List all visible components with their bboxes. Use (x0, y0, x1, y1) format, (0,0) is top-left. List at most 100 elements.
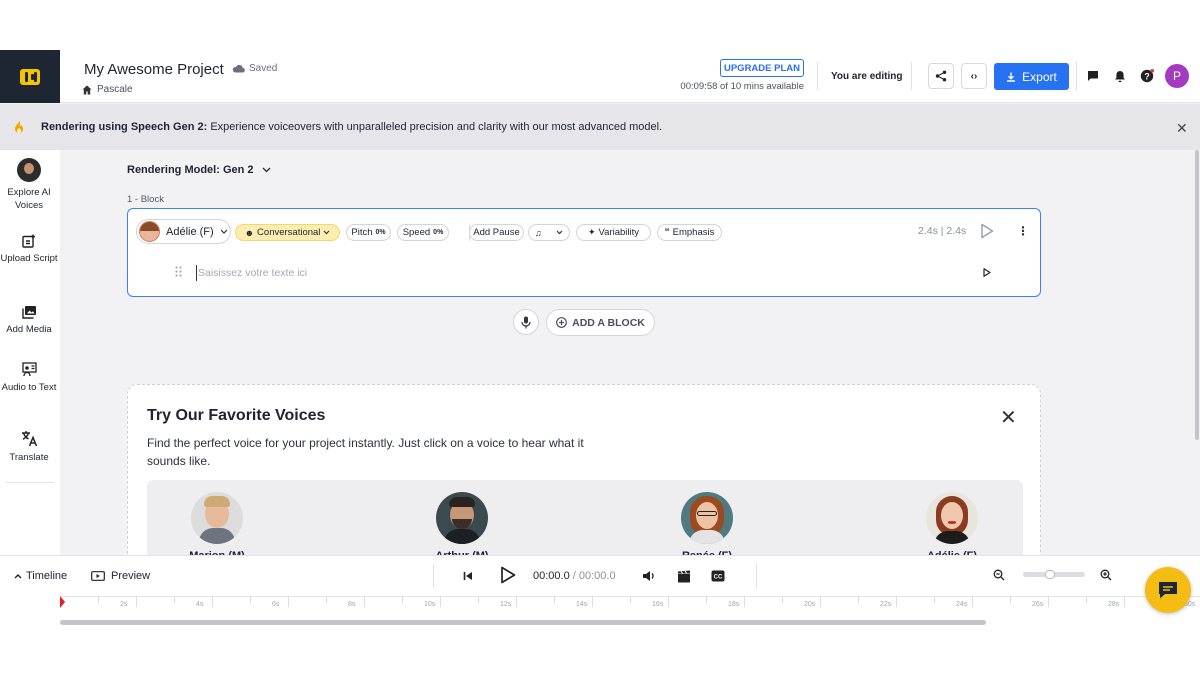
variability-button[interactable]: ✦ Variability (576, 224, 651, 241)
voice-style-selector[interactable]: ☻ Conversational (235, 224, 340, 241)
sidebar-item-audio-to-text[interactable]: Audio to Text (0, 362, 58, 394)
ruler-tick (820, 597, 821, 607)
play-sentence-icon[interactable] (983, 268, 991, 277)
header-divider (817, 62, 818, 90)
close-icon[interactable]: ✕ (1000, 405, 1017, 430)
banner-body: Experience voiceovers with unparalleled … (207, 121, 663, 133)
sidebar-item-upload-script[interactable]: Upload Script (0, 234, 58, 265)
pronunciation-icon: ♫ (534, 227, 542, 238)
pitch-control[interactable]: Pitch 0% (346, 224, 391, 241)
playhead-marker[interactable] (60, 596, 65, 608)
share-button[interactable] (928, 63, 954, 89)
voice-card[interactable]: Marion (M) (189, 492, 245, 562)
horizontal-scrollbar[interactable] (60, 620, 986, 625)
sidebar-item-explore-voices[interactable]: Explore AI Voices (0, 158, 58, 212)
script-text-input[interactable] (196, 265, 896, 281)
ruler-tick (364, 597, 365, 607)
speed-control[interactable]: Speed 0% (397, 224, 449, 241)
upgrade-plan-button[interactable]: UPGRADE PLAN (720, 59, 804, 77)
add-block-label: ADD A BLOCK (572, 316, 645, 329)
ruler-tick-label: 28s (1108, 601, 1120, 608)
ruler-tick-label: 24s (956, 601, 968, 608)
skip-to-start-icon[interactable] (463, 571, 473, 581)
sidebar-item-add-media[interactable]: Add Media (0, 305, 58, 336)
favorite-voices-title: Try Our Favorite Voices (147, 407, 326, 424)
close-banner-icon[interactable]: ✕ (1176, 120, 1188, 137)
chevron-down-icon (262, 167, 271, 173)
preview-button[interactable]: Preview (91, 570, 150, 582)
pitch-value: 0% (375, 229, 386, 236)
add-block-button[interactable]: ADD A BLOCK (546, 309, 655, 336)
ruler-tick (592, 597, 593, 607)
chat-bubble-icon (1159, 582, 1177, 599)
ruler-tick-label: 6s (272, 601, 280, 608)
info-banner: Rendering using Speech Gen 2: Experience… (0, 104, 1200, 150)
record-voice-button[interactable] (513, 309, 539, 335)
clapperboard-icon[interactable] (677, 570, 691, 583)
voice-avatar-icon (17, 158, 41, 182)
ruler-tick-label: 10s (424, 601, 436, 608)
usage-counter: 00:09:58 of 10 mins available (680, 81, 804, 92)
block-menu-icon[interactable]: ⋮ (1017, 224, 1029, 238)
ruler-tick (288, 597, 289, 607)
ruler-tick-label: 22s (880, 601, 892, 608)
ruler-tick (212, 597, 213, 607)
sidebar-item-label: Audio to Text (1, 382, 57, 393)
ruler-tick-label: 4s (196, 601, 204, 608)
voice-card[interactable]: Renée (F) (680, 492, 734, 562)
voice-card[interactable]: Adélie (F) (925, 492, 979, 562)
vertical-scrollbar[interactable] (1195, 150, 1199, 440)
embed-code-button[interactable]: ‹› (961, 63, 987, 89)
voice-selector[interactable]: Adélie (F) (136, 219, 231, 244)
ruler-tick-label: 12s (500, 601, 512, 608)
ruler-tick (98, 597, 99, 603)
header-divider (1076, 62, 1077, 90)
zoom-slider-knob[interactable] (1045, 570, 1055, 579)
svg-text:CC: CC (714, 575, 723, 581)
share-icon (935, 70, 947, 82)
add-pause-button[interactable]: Add Pause (469, 224, 524, 241)
zoom-slider[interactable] (1023, 570, 1085, 579)
emphasis-button[interactable]: “ Emphasis (657, 224, 722, 241)
preview-icon (91, 570, 105, 581)
project-title[interactable]: My Awesome Project (84, 61, 224, 78)
banner-message: Rendering using Speech Gen 2: Experience… (41, 121, 662, 133)
captions-icon[interactable]: CC (711, 570, 725, 582)
favorite-voices-description: Find the perfect voice for your project … (147, 436, 584, 468)
chat-support-button[interactable] (1145, 567, 1191, 613)
breadcrumb[interactable]: Pascale (82, 84, 133, 95)
app-logo[interactable] (0, 50, 60, 103)
timeline-ruler[interactable]: 2s 4s 6s 8s 10s 12s 14s 16s 18s 20s 22s 24s 26s 28s 30… (60, 596, 1200, 616)
ruler-tick (440, 597, 441, 607)
breadcrumb-label: Pascale (97, 84, 133, 95)
chevron-down-icon (323, 230, 330, 235)
help-icon[interactable]: ? (1140, 69, 1154, 83)
voice-card[interactable]: Arthur (M) (435, 492, 489, 562)
drag-handle-icon[interactable] (175, 266, 182, 277)
notifications-bell-icon[interactable] (1113, 69, 1127, 83)
ruler-tick (706, 597, 707, 603)
svg-text:?: ? (1144, 72, 1150, 82)
zoom-out-icon[interactable] (993, 569, 1005, 581)
sidebar-item-translate[interactable]: Translate (0, 430, 58, 464)
rendering-model-select[interactable]: Rendering Model: Gen 2 (127, 164, 271, 176)
home-icon (82, 85, 92, 94)
zoom-in-icon[interactable] (1100, 569, 1112, 581)
pronunciation-control[interactable]: ♫ (528, 224, 570, 241)
ruler-tick (326, 597, 327, 603)
play-icon[interactable] (500, 566, 516, 584)
user-avatar[interactable]: P (1165, 64, 1189, 88)
sidebar-item-label: Explore AI Voices (7, 187, 51, 211)
play-block-icon[interactable] (980, 223, 994, 239)
ruler-tick (516, 597, 517, 607)
chevron-down-icon (556, 230, 563, 235)
volume-icon[interactable] (642, 570, 656, 582)
timeline-toggle[interactable]: Timeline (14, 570, 67, 582)
ruler-tick (174, 597, 175, 603)
app-window: My Awesome Project Saved Pascale UPGRADE… (0, 50, 1200, 626)
comments-icon[interactable] (1086, 69, 1100, 83)
sidebar-item-label: Add Media (6, 324, 52, 335)
ruler-tick (744, 597, 745, 607)
ruler-tick-label: 16s (652, 601, 664, 608)
export-button[interactable]: Export (994, 63, 1069, 90)
